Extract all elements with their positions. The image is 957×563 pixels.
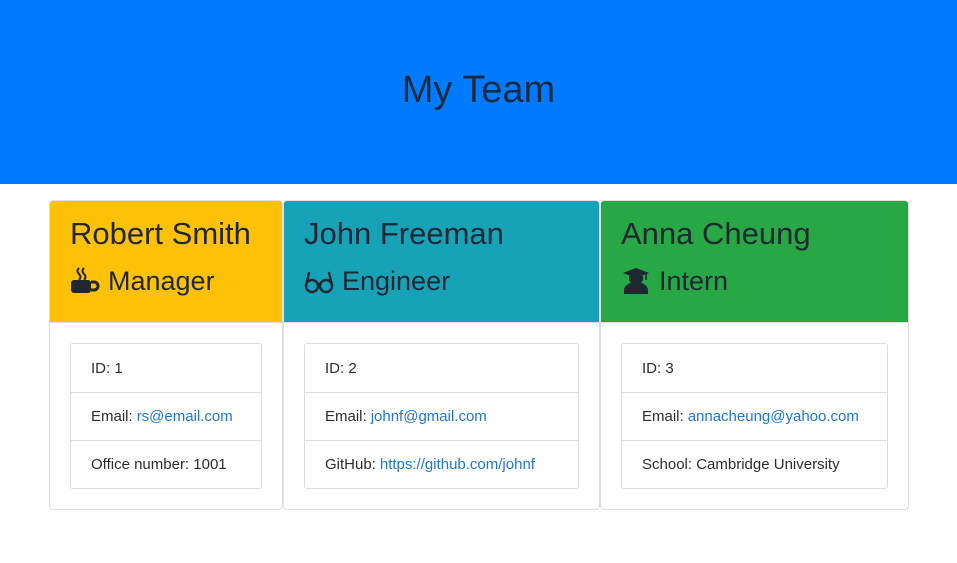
card-header: Robert Smith Manager bbox=[50, 201, 282, 323]
coffee-mug-icon bbox=[71, 267, 100, 293]
employee-email-row: Email: johnf@gmail.com bbox=[305, 392, 578, 440]
card-header: Anna Cheung Intern bbox=[601, 201, 908, 323]
employee-email-row: Email: annacheung@yahoo.com bbox=[622, 392, 887, 440]
employee-id: ID: 1 bbox=[91, 359, 123, 377]
email-label: Email: bbox=[91, 408, 133, 425]
employee-name: John Freeman bbox=[304, 216, 504, 251]
employee-card-intern: Anna Cheung Intern ID: 3 Email: annacheu… bbox=[600, 200, 909, 510]
github-link[interactable]: https://github.com/johnf bbox=[380, 456, 535, 473]
email-label: Email: bbox=[642, 408, 684, 425]
office-number: Office number: 1001 bbox=[71, 440, 261, 488]
role-label: Intern bbox=[659, 266, 729, 296]
email-link[interactable]: johnf@gmail.com bbox=[371, 408, 487, 425]
employee-details: ID: 3 Email: annacheung@yahoo.com School… bbox=[621, 343, 888, 489]
employee-role: Manager bbox=[70, 263, 262, 299]
employee-name: Anna Cheung bbox=[621, 216, 811, 251]
employee-role: Engineer bbox=[304, 263, 579, 299]
card-header: John Freeman Engineer bbox=[284, 201, 599, 323]
role-label: Manager bbox=[108, 266, 215, 296]
employee-card-manager: Robert Smith Manager ID: 1 Email: rs@ema… bbox=[49, 200, 283, 510]
graduate-icon bbox=[623, 268, 649, 294]
employee-email-row: Email: rs@email.com bbox=[71, 392, 261, 440]
employee-name: Robert Smith bbox=[70, 216, 251, 251]
email-link[interactable]: rs@email.com bbox=[137, 408, 233, 425]
github-label: GitHub: bbox=[325, 456, 376, 473]
employee-id: ID: 3 bbox=[642, 359, 674, 377]
email-link[interactable]: annacheung@yahoo.com bbox=[688, 408, 859, 425]
employee-card-engineer: John Freeman Engineer ID: 2 Email: johnf… bbox=[283, 200, 600, 510]
employee-id: ID: 2 bbox=[325, 359, 357, 377]
employee-details: ID: 1 Email: rs@email.com Office number:… bbox=[70, 343, 262, 489]
email-label: Email: bbox=[325, 408, 367, 425]
school-row: School: Cambridge University bbox=[622, 440, 887, 488]
role-label: Engineer bbox=[342, 266, 451, 296]
glasses-icon bbox=[304, 271, 334, 294]
github-row: GitHub: https://github.com/johnf bbox=[305, 440, 578, 488]
page-header: My Team bbox=[0, 0, 957, 184]
employee-details: ID: 2 Email: johnf@gmail.com GitHub: htt… bbox=[304, 343, 579, 489]
team-cards: Robert Smith Manager ID: 1 Email: rs@ema… bbox=[0, 184, 957, 563]
page-title: My Team bbox=[401, 68, 556, 111]
employee-role: Intern bbox=[621, 263, 888, 299]
